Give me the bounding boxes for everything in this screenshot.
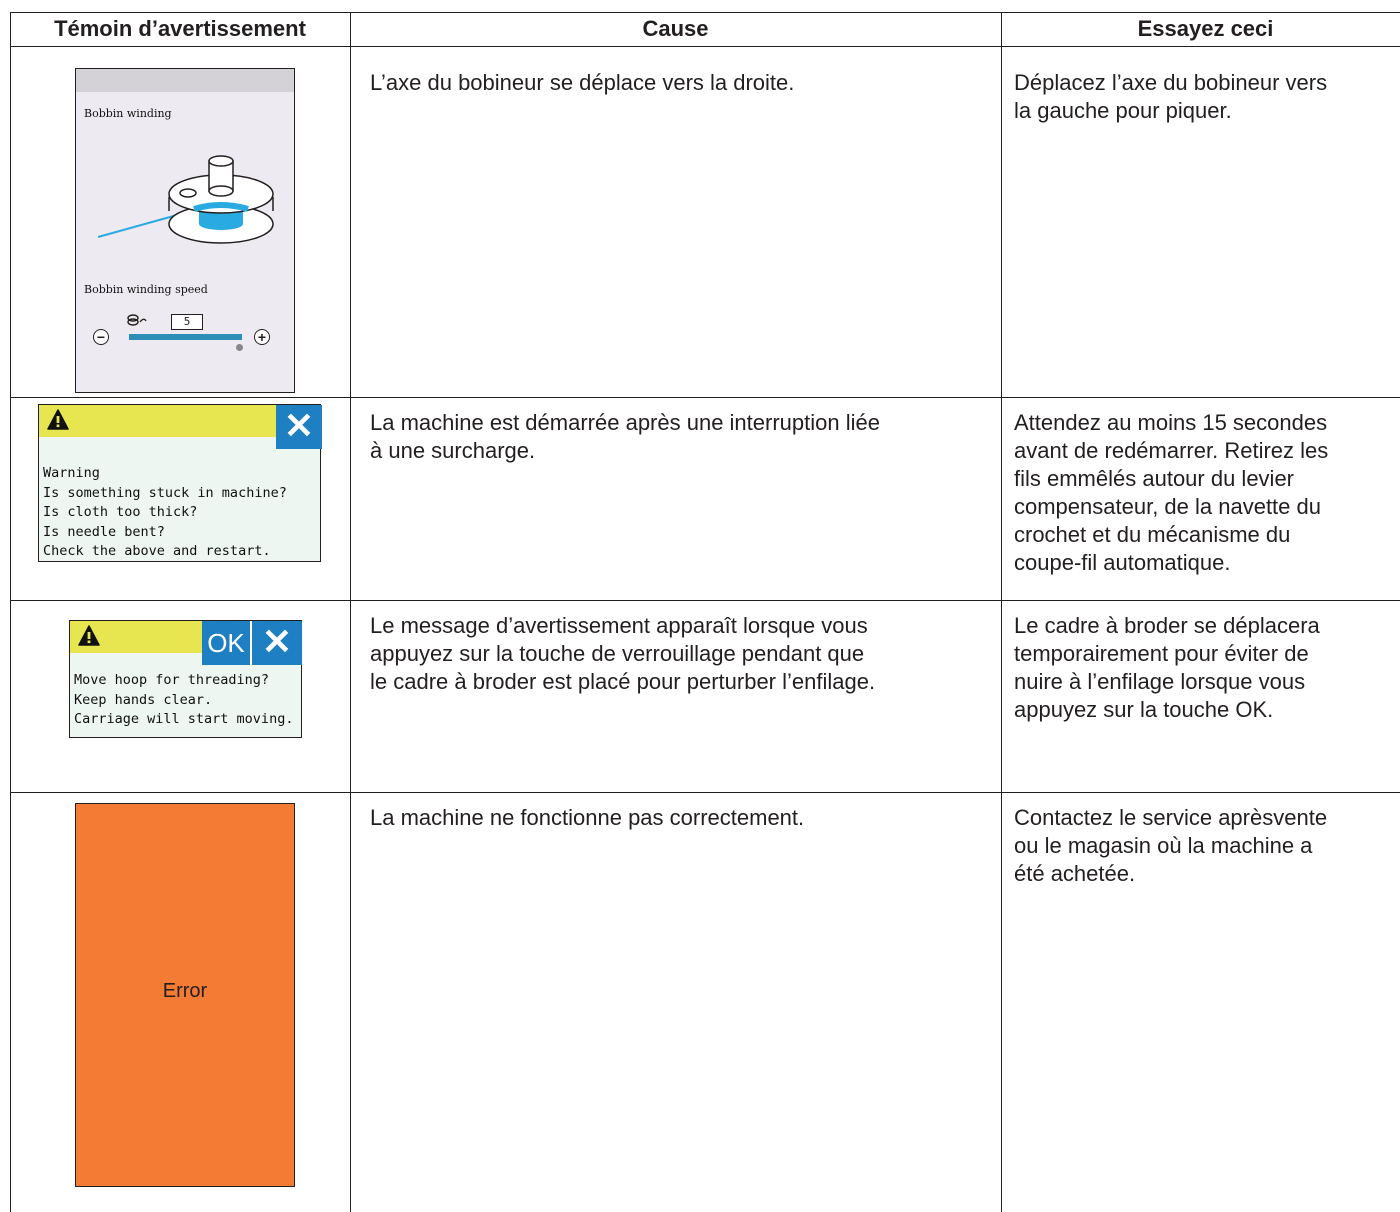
close-icon[interactable]: ✕ <box>276 405 322 449</box>
dialog-title-bar <box>39 405 276 437</box>
warning-triangle-icon <box>78 625 100 646</box>
speed-slider-track[interactable] <box>129 334 242 340</box>
overload-message: Warning Is something stuck in machine? I… <box>43 464 287 562</box>
message-line: Move hoop for threading? <box>74 672 270 688</box>
message-line: Is needle bent? <box>43 523 165 540</box>
message-line: Keep hands clear. <box>74 691 213 708</box>
row3-remedy: Le cadre à broder se déplacera temporair… <box>1014 613 1320 722</box>
header-divider <box>10 46 1400 47</box>
message-line: Carriage will start moving. <box>74 711 294 727</box>
bobbin-speed-icon <box>127 314 147 326</box>
speed-increase-button[interactable]: + <box>254 329 270 345</box>
bobbin-icon <box>97 155 274 244</box>
speed-decrease-button[interactable]: − <box>93 329 109 345</box>
screen-title-bar <box>76 69 294 92</box>
error-label: Error <box>162 980 208 1002</box>
row1-cause: L’axe du bobineur se déplace vers la dro… <box>370 70 795 95</box>
header-indicator: Témoin d’avertissement <box>54 16 306 41</box>
row-divider <box>10 792 1400 793</box>
speed-slider-handle[interactable] <box>236 344 243 351</box>
row4-cause: La machine ne fonctionne pas correctemen… <box>370 805 805 830</box>
bobbin-speed-label: Bobbin winding speed <box>84 283 208 296</box>
troubleshooting-table: Témoin d’avertissement Cause Essayez cec… <box>10 12 1400 1212</box>
header-remedy: Essayez ceci <box>1137 16 1274 41</box>
header-cause: Cause <box>642 16 709 41</box>
row-divider <box>10 600 1400 601</box>
table-border-left <box>10 12 11 1212</box>
row2-remedy: Attendez au moins 15 secondes avant de r… <box>1014 410 1329 575</box>
ok-button[interactable]: OK <box>202 621 250 665</box>
message-line: Warning <box>43 465 100 481</box>
message-line: Is something stuck in machine? <box>43 484 287 501</box>
message-line: Check the above and restart. <box>43 543 271 559</box>
warning-triangle-icon <box>47 409 69 430</box>
error-screen: Error <box>75 803 295 1187</box>
column-divider <box>1001 12 1002 1212</box>
hoop-warning-dialog: OK ✕ Move hoop for threading? Keep hands… <box>69 620 302 738</box>
hoop-message: Move hoop for threading? Keep hands clea… <box>74 671 293 730</box>
message-line: Is cloth too thick? <box>43 504 198 520</box>
speed-value-display: 5 <box>171 314 203 330</box>
column-divider <box>350 12 351 1212</box>
overload-warning-dialog: ✕ Warning Is something stuck in machine?… <box>38 404 322 562</box>
bobbin-winding-title: Bobbin winding <box>84 107 172 120</box>
bobbin-winding-screen: Bobbin winding Bobbin winding speed 5 − … <box>75 68 295 393</box>
row-divider <box>10 397 1400 398</box>
row2-cause: La machine est démarrée après une interr… <box>370 410 880 463</box>
row1-remedy: Déplacez l’axe du bobineur vers la gauch… <box>1014 70 1328 123</box>
row4-remedy: Contactez le service aprèsvente ou le ma… <box>1014 805 1328 886</box>
close-icon[interactable]: ✕ <box>252 621 302 665</box>
row3-cause: Le message d’avertissement apparaît lors… <box>370 613 876 694</box>
